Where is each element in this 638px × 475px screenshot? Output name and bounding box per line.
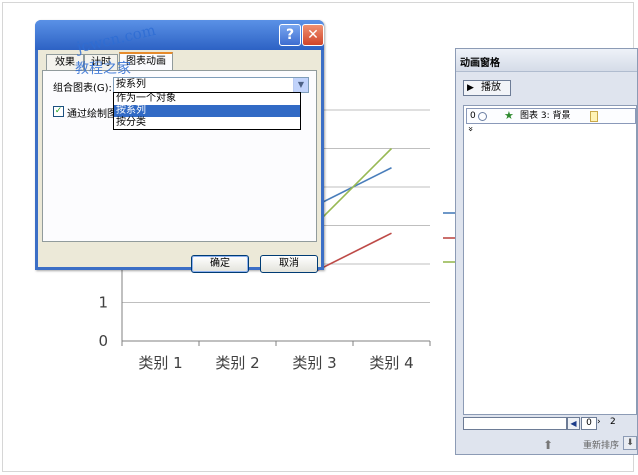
play-button[interactable]: ▶ 播放 [463,80,511,96]
timeline-marker: › [597,417,601,427]
x-tick-label: 类别 2 [215,354,259,372]
animation-item-number: 0 [470,111,476,121]
clock-icon [478,112,487,121]
animation-pane: 动画窗格 ▶ 播放 0 ★ 图表 3: 背景 » ◀ 0 › 2 ⬆ 重新排序 … [455,48,638,455]
option-by-series[interactable]: 按系列 [114,105,300,117]
y-tick-label: 1 [98,294,108,312]
chevron-down-icon[interactable]: ▼ [293,78,308,92]
cancel-button[interactable]: 取消 [260,255,318,273]
draw-background-checkbox[interactable]: ✓ [53,106,64,117]
y-tick-label: 0 [98,332,108,350]
expand-contents-icon[interactable]: » [465,126,475,132]
watermark-site-name: 教程之家 [75,61,131,77]
group-chart-label: 组合图表(G): [53,83,112,94]
animation-pane-footer: ◀ 0 › 2 ⬆ 重新排序 ⬇ [463,414,637,454]
reorder-up-icon[interactable]: ⬆ [543,438,553,452]
animation-pane-title: 动画窗格 [460,58,500,69]
x-tick-label: 类别 4 [369,354,413,372]
animation-item[interactable]: 0 ★ 图表 3: 背景 [466,108,636,124]
help-button[interactable]: ? [279,24,301,46]
group-chart-dropdown-list: 作为一个对象 按系列 按分类 [113,92,301,130]
play-label: 播放 [481,82,501,93]
chart-animation-panel: 组合图表(G): 按系列 ▼ ✓ 通过绘制图 作为一个对象 按系列 按分类 [42,70,317,242]
x-tick-label: 类别 1 [138,354,182,372]
group-chart-value: 按系列 [116,79,146,90]
effect-star-icon: ★ [504,109,514,122]
timing-bar [590,111,598,122]
timeline-end: 2 [610,417,616,427]
reorder-label: 重新排序 [583,441,620,451]
play-icon: ▶ [467,83,474,93]
custom-animation-dialog: ? ✕ 效果 计时 图表动画 组合图表(G): 按系列 ▼ ✓ 通过绘制图 作为… [35,20,324,273]
close-button[interactable]: ✕ [302,24,324,46]
dialog-body: 效果 计时 图表动画 组合图表(G): 按系列 ▼ ✓ 通过绘制图 作为一个对象… [38,50,321,273]
option-as-one-object[interactable]: 作为一个对象 [114,93,300,105]
group-chart-select[interactable]: 按系列 ▼ [113,77,309,93]
option-by-category[interactable]: 按分类 [114,117,300,129]
timeline-scroll-left-icon[interactable]: ◀ [567,417,580,430]
draw-background-label: 通过绘制图 [67,109,117,120]
animation-item-name: 图表 3: 背景 [520,111,571,121]
timeline-start: 0 [581,417,597,430]
reorder-down-icon[interactable]: ⬇ [623,436,637,450]
animation-list: 0 ★ 图表 3: 背景 » [463,105,637,415]
ok-button[interactable]: 确定 [191,255,249,273]
seconds-timeline[interactable] [463,417,567,430]
animation-pane-header: 动画窗格 [456,49,637,72]
slide: 类别 1 类别 2 类别 3 类别 4 0 1 ? ✕ 效果 计时 图表动画 组合图表(G… [0,0,638,475]
x-tick-label: 类别 3 [292,354,336,372]
